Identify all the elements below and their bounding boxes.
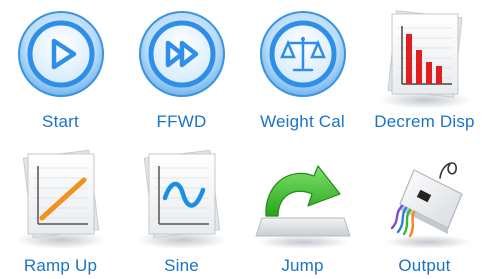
output-connector-icon xyxy=(370,144,480,254)
weight-cal-tile[interactable]: Weight Cal xyxy=(242,0,363,139)
output-tile[interactable]: Output xyxy=(364,140,485,279)
sine-label: Sine xyxy=(164,256,199,275)
sine-tile[interactable]: Sine xyxy=(121,140,242,279)
weight-cal-label: Weight Cal xyxy=(260,112,345,131)
ramp-chart-document-icon xyxy=(6,144,116,254)
decrem-disp-tile[interactable]: Decrem Disp xyxy=(364,0,485,139)
action-grid: Start FFWD Weight Cal Decrem Disp Ramp U… xyxy=(0,0,485,279)
ramp-up-tile[interactable]: Ramp Up xyxy=(0,140,121,279)
jump-tile[interactable]: Jump xyxy=(242,140,363,279)
decrem-disp-label: Decrem Disp xyxy=(374,112,475,131)
ramp-up-label: Ramp Up xyxy=(23,256,98,275)
output-label: Output xyxy=(398,256,451,275)
ffwd-label: FFWD xyxy=(156,112,207,131)
start-tile[interactable]: Start xyxy=(0,0,121,139)
jump-label: Jump xyxy=(281,256,324,275)
ffwd-tile[interactable]: FFWD xyxy=(121,0,242,139)
balance-scale-icon xyxy=(248,4,358,114)
sine-wave-document-icon xyxy=(127,144,237,254)
fast-forward-icon xyxy=(127,4,237,114)
bar-chart-document-icon xyxy=(370,4,480,114)
start-label: Start xyxy=(42,112,79,131)
play-icon xyxy=(6,4,116,114)
jump-arrow-icon xyxy=(248,144,358,254)
